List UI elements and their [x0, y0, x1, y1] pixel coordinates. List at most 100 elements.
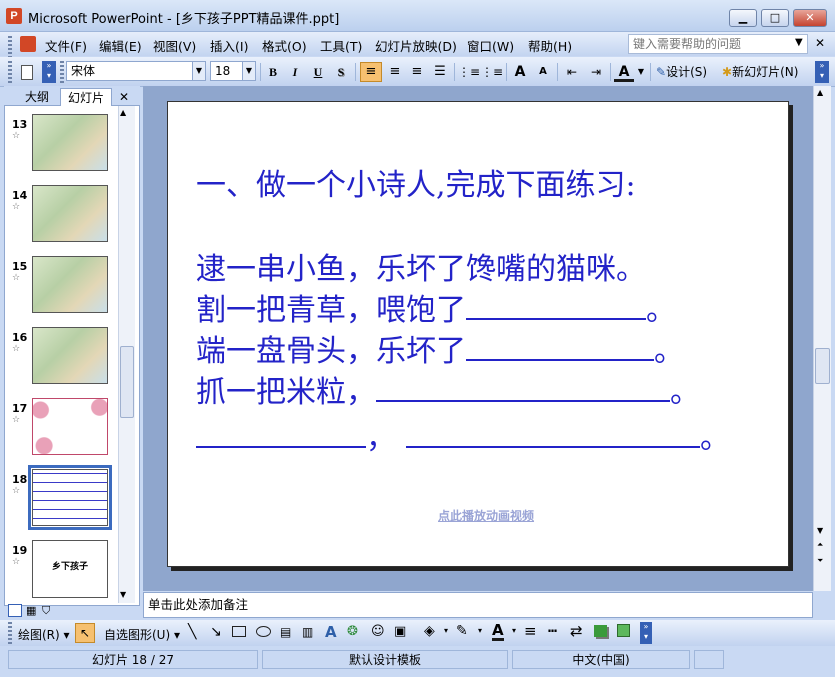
slide-thumb-18[interactable]: 18 ☆ [12, 473, 27, 496]
close-window-button[interactable]: ✕ [793, 9, 827, 27]
slide-thumb-17[interactable]: 17 ☆ [12, 402, 27, 425]
slide-thumb-13[interactable]: 13 ☆ [12, 118, 27, 141]
3d-style-icon[interactable] [617, 624, 630, 637]
panel-close-icon[interactable]: ✕ [116, 88, 132, 106]
menu-edit[interactable]: 编辑(E) [99, 36, 142, 55]
slide-thumb-19[interactable]: 19 ☆ [12, 544, 27, 567]
line-color-icon[interactable]: ✎ [456, 623, 468, 639]
dash-style-icon[interactable]: ┅ [548, 622, 557, 640]
menu-window[interactable]: 窗口(W) [467, 36, 514, 55]
slide-line-5[interactable]: ，。 [196, 413, 730, 457]
font-size-select[interactable]: 18 ▼ [210, 61, 256, 81]
increase-font-button[interactable]: A [510, 62, 530, 82]
thumbnail-scrollbar[interactable]: ▲ ▼ [118, 106, 135, 603]
slide-thumbnail-selected[interactable] [28, 465, 112, 530]
slide-thumbnail[interactable] [32, 327, 108, 384]
toolbar-grip-2[interactable] [60, 61, 64, 83]
tab-slides[interactable]: 幻灯片 [60, 88, 112, 106]
document-icon[interactable] [20, 36, 36, 52]
minimize-button[interactable]: ▁ [729, 9, 757, 27]
slideshow-view-icon[interactable]: ⛉ [42, 604, 50, 618]
scroll-up-icon[interactable]: ▲ [817, 88, 823, 97]
powerpoint-app-icon[interactable]: P [6, 8, 22, 24]
clipart-icon[interactable]: ☺ [371, 624, 385, 639]
picture-icon[interactable]: ▣ [394, 624, 406, 639]
scroll-down-icon[interactable]: ▼ [817, 526, 823, 535]
draw-menu-button[interactable]: 绘图(R) ▾ [18, 626, 70, 643]
menu-insert[interactable]: 插入(I) [210, 36, 248, 55]
drawbar-overflow-icon[interactable]: » ▾ [640, 622, 652, 644]
menu-file[interactable]: 文件(F) [45, 36, 87, 55]
oval-tool-icon[interactable] [256, 626, 271, 637]
slide-thumbnail[interactable] [32, 114, 108, 171]
slide-thumb-15[interactable]: 15 ☆ [12, 260, 27, 283]
arrow-tool-icon[interactable]: ↘ [210, 624, 222, 640]
slide-thumb-14[interactable]: 14 ☆ [12, 189, 27, 212]
play-video-link[interactable]: 点此播放动画视频 [438, 507, 534, 524]
scroll-down-icon[interactable]: ▼ [120, 590, 126, 599]
textbox-tool-icon[interactable]: ▤ [280, 625, 291, 639]
slide-heading[interactable]: 一、做一个小诗人,完成下面练习: [196, 160, 636, 204]
scroll-thumb[interactable] [120, 346, 134, 418]
notes-pane[interactable]: 单击此处添加备注 [143, 592, 813, 618]
menu-help[interactable]: 帮助(H) [528, 36, 572, 55]
scroll-thumb[interactable] [815, 348, 830, 384]
align-left-icon[interactable]: ≡ [360, 62, 382, 82]
shadow-button[interactable]: S [332, 62, 350, 82]
decrease-font-button[interactable]: A [534, 62, 552, 82]
slide-canvas[interactable]: 一、做一个小诗人,完成下面练习: 逮一串小鱼，乐坏了馋嘴的猫咪。 割一把青草，喂… [167, 101, 789, 567]
menu-slideshow[interactable]: 幻灯片放映(D) [375, 36, 457, 55]
increase-indent-icon[interactable]: ⇥ [586, 62, 606, 82]
slide-thumbnail[interactable]: 乡下孩子 [32, 540, 108, 598]
normal-view-icon[interactable] [8, 604, 22, 617]
slide-thumbnail[interactable] [32, 398, 108, 455]
toolbar-grip[interactable] [8, 622, 12, 644]
font-size-dropdown-icon[interactable]: ▼ [242, 62, 255, 80]
help-search-input[interactable]: 键入需要帮助的问题 [628, 34, 808, 54]
font-color-button[interactable]: A [614, 62, 634, 82]
next-slide-icon[interactable]: ⏷ [817, 556, 823, 566]
toolbar-grip[interactable] [8, 61, 12, 83]
slide-line-1[interactable]: 逮一串小鱼，乐坏了馋嘴的猫咪。 [196, 244, 646, 288]
shadow-style-icon[interactable] [594, 625, 607, 637]
decrease-indent-icon[interactable]: ⇤ [562, 62, 582, 82]
slide-thumbnail[interactable] [32, 185, 108, 242]
previous-slide-icon[interactable]: ⏶ [817, 540, 823, 550]
font-color-dropdown-icon[interactable]: ▾ [512, 626, 516, 635]
autoshapes-menu-button[interactable]: 自选图形(U) ▾ [104, 626, 180, 643]
bold-button[interactable]: B [264, 62, 282, 82]
slide-line-3[interactable]: 端一盘骨头，乐坏了 。 [196, 326, 684, 370]
slide-thumb-16[interactable]: 16 ☆ [12, 331, 27, 354]
slide-line-4[interactable]: 抓一把米粒， 。 [196, 367, 700, 411]
toolbar-options-icon[interactable]: » ▾ [42, 61, 56, 83]
new-document-icon[interactable] [18, 62, 36, 82]
line-color-dropdown-icon[interactable]: ▾ [478, 626, 482, 635]
diagram-icon[interactable]: ❂ [347, 624, 358, 639]
font-name-dropdown-icon[interactable]: ▼ [192, 62, 205, 80]
new-slide-button[interactable]: ✱新幻灯片(N) [722, 62, 810, 82]
slide-sorter-view-icon[interactable]: ▦ [26, 604, 36, 617]
rectangle-tool-icon[interactable] [232, 626, 246, 637]
numbering-icon[interactable]: ⋮≡ [458, 62, 480, 82]
wordart-icon[interactable]: A [325, 623, 337, 641]
fill-color-dropdown-icon[interactable]: ▾ [444, 626, 448, 635]
bullets-icon[interactable]: ⋮≡ [481, 62, 503, 82]
font-name-select[interactable]: 宋体 ▼ [66, 61, 206, 81]
maximize-button[interactable]: □ [761, 9, 789, 27]
select-pointer-icon[interactable]: ↖ [75, 623, 95, 643]
slide-line-2[interactable]: 割一把青草，喂饱了 。 [196, 285, 676, 329]
font-color-dropdown-icon[interactable]: ▼ [636, 62, 646, 82]
toolbar-overflow-icon[interactable]: » ▾ [815, 61, 829, 83]
help-dropdown-icon[interactable]: ▼ [795, 37, 803, 48]
menu-format[interactable]: 格式(O) [262, 36, 307, 55]
menu-view[interactable]: 视图(V) [153, 36, 196, 55]
fill-color-icon[interactable]: ◈ [424, 623, 435, 639]
scroll-up-icon[interactable]: ▲ [120, 108, 126, 117]
vertical-textbox-icon[interactable]: ▥ [302, 625, 313, 639]
design-button[interactable]: ✎设计(S) [656, 62, 718, 82]
font-color-icon[interactable]: A [492, 622, 504, 641]
close-document-icon[interactable]: ✕ [815, 36, 825, 50]
line-style-icon[interactable]: ≡ [524, 622, 537, 640]
menu-tools[interactable]: 工具(T) [320, 36, 362, 55]
tab-outline[interactable]: 大纲 [18, 88, 56, 106]
